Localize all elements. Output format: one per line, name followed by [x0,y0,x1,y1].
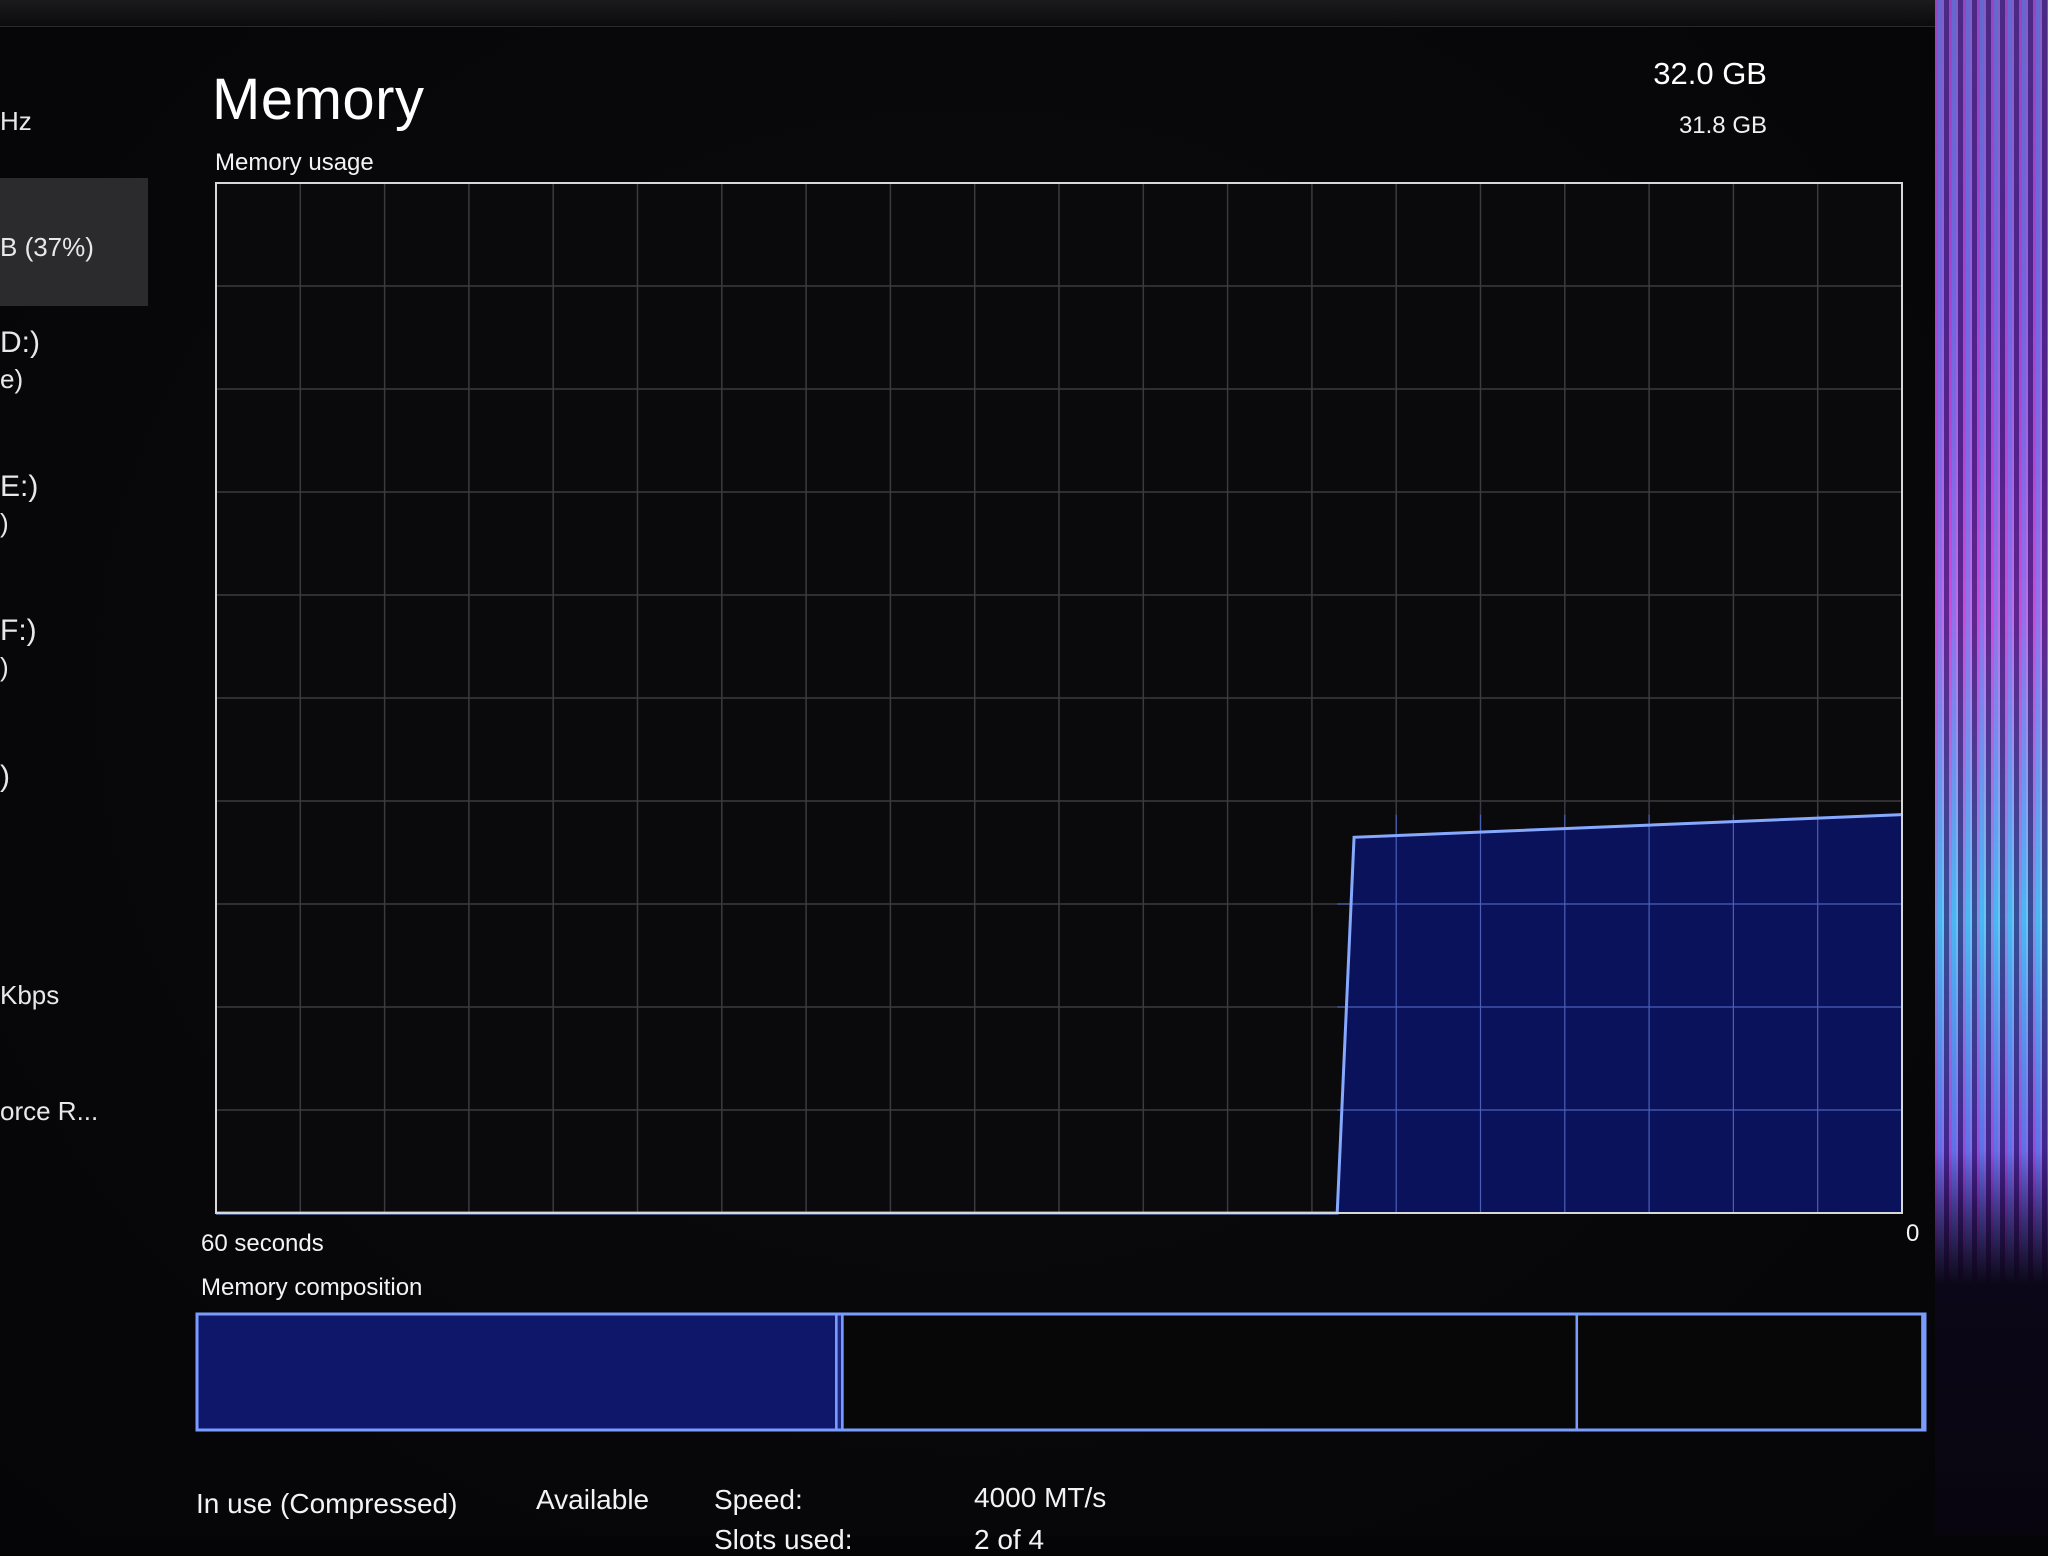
sidebar-item-disk-g[interactable]: ) [0,760,10,794]
total-memory: 32.0 GB [1653,56,1767,91]
sidebar-item-disk-f[interactable]: F:) [0,614,37,648]
slots-label: Slots used: [714,1524,853,1555]
composition-segment-in-use [195,1312,838,1432]
sidebar-item-disk-e[interactable]: E:) [0,470,38,504]
sidebar-item-disk-f-type: ) [0,652,9,682]
in-use-label: In use (Compressed) [196,1488,458,1519]
chart-max-value: 31.8 GB [1678,112,1767,139]
sidebar-item-disk-d-type: e) [0,364,24,394]
page-title: Memory [212,67,425,132]
zero-label: 0 [1906,1220,1920,1247]
composition-segment-standby [841,1312,1579,1432]
memory-composition-bar [195,1312,1927,1432]
speed-value: 4000 MT/s [974,1482,1107,1513]
sidebar-item-disk-e-type: ) [0,508,9,538]
sidebar-item-cpu-speed[interactable]: Hz [0,106,32,137]
slots-value: 2 of 4 [974,1524,1045,1555]
memory-usage-chart [215,182,1903,1215]
screen: Hz B (37%) D:) e) E:) ) F:) ) ) Kbps orc… [0,0,1935,1555]
time-axis-label: 60 seconds [201,1230,324,1257]
sidebar-item-gpu[interactable]: orce R... [0,1096,98,1127]
memory-composition-label: Memory composition [201,1274,423,1301]
monitor-bezel [0,0,1935,27]
background-shadow [1935,1150,2048,1536]
available-label: Available [536,1484,650,1515]
speed-label: Speed: [714,1484,803,1515]
sidebar-item-disk-d[interactable]: D:) [0,326,40,360]
composition-segment-free [1575,1312,1924,1432]
sidebar-item-memory-usage: B (37%) [0,232,94,262]
sidebar-item-network[interactable]: Kbps [0,980,59,1011]
